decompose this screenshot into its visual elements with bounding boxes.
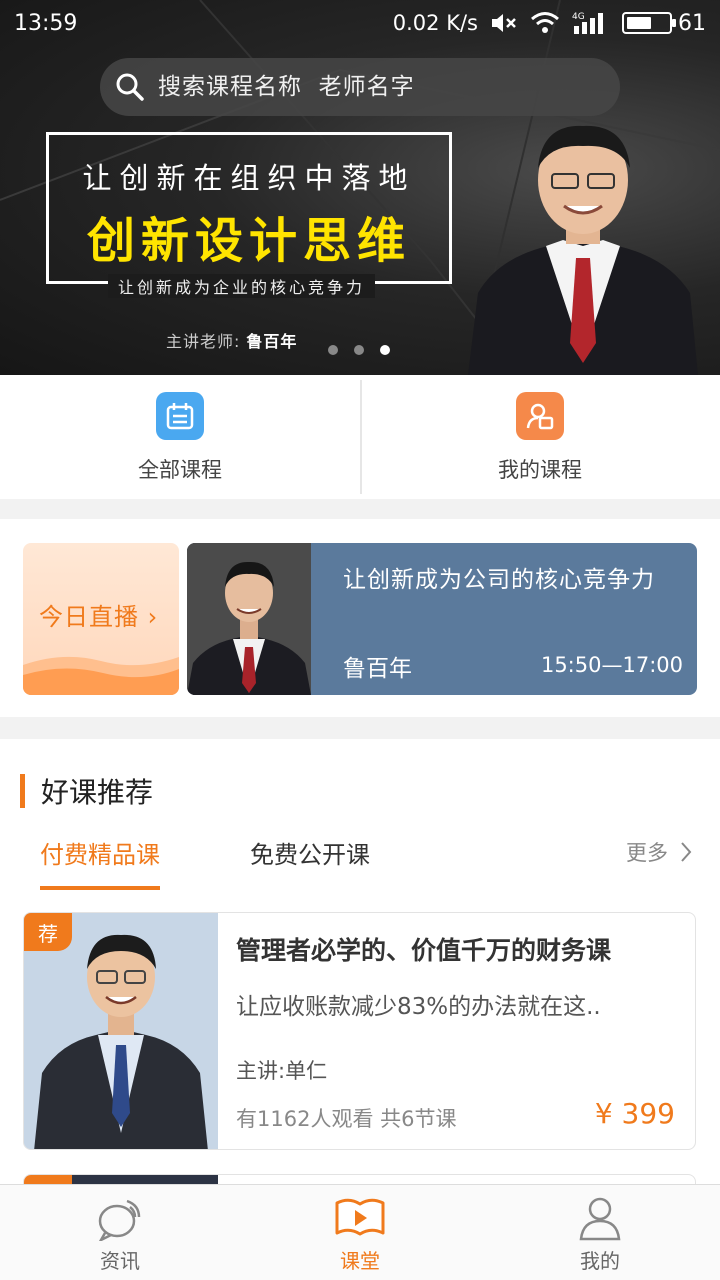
- course-teacher: 主讲:单仁: [236, 1059, 328, 1083]
- hero-banner[interactable]: 13:59 0.02 K/s 4G 61 搜索课程名称 老师名字 让创新在组织中…: [0, 0, 720, 375]
- live-course-title: 让创新成为公司的核心竞争力: [343, 567, 655, 593]
- carousel-dots[interactable]: [328, 345, 390, 355]
- teacher-photo: [468, 125, 698, 375]
- section-header: 好课推荐: [20, 771, 153, 811]
- section-title: 好课推荐: [41, 776, 154, 809]
- carousel-dot[interactable]: [354, 345, 364, 355]
- course-title: 管理者必学的、价值千万的财务课: [236, 936, 612, 965]
- search-bar[interactable]: [100, 58, 620, 116]
- status-time: 13:59: [14, 10, 78, 36]
- network-speed: 0.02 K/s: [392, 11, 478, 35]
- recommend-badge: 荐: [24, 913, 72, 951]
- news-bubble-icon: [98, 1199, 141, 1241]
- carousel-dot-active[interactable]: [380, 345, 390, 355]
- next-course-card[interactable]: [23, 1174, 696, 1184]
- my-courses-button[interactable]: 我的课程: [360, 375, 720, 499]
- user-course-icon: [516, 392, 564, 440]
- course-description: 让应收账款减少83%的办法就在这..: [236, 994, 601, 1020]
- live-teacher-name: 鲁百年: [343, 656, 412, 682]
- bottom-nav: 资讯 课堂 我的: [0, 1184, 720, 1280]
- next-course-photo: [72, 1175, 218, 1184]
- more-label: 更多: [626, 841, 668, 865]
- wifi-icon: [531, 12, 559, 33]
- promo-course-title: 创新设计思维: [86, 213, 411, 269]
- promo-tagline: 让创新成为企业的核心竞争力: [108, 274, 376, 298]
- tab-paid-courses[interactable]: 付费精品课: [40, 835, 160, 890]
- chevron-right-icon: [681, 842, 692, 862]
- profile-icon: [579, 1197, 621, 1241]
- section-accent-bar: [20, 774, 25, 808]
- quick-nav: 全部课程 我的课程: [0, 375, 720, 499]
- recommend-section: 好课推荐 付费精品课 免费公开课 更多 荐 管理者必学的、价值千万的财务课 让应…: [0, 739, 720, 1184]
- battery-level: 61: [678, 10, 706, 36]
- battery-icon: [622, 12, 676, 34]
- course-card[interactable]: 荐 管理者必学的、价值千万的财务课 让应收账款减少83%的办法就在这.. 主讲:…: [23, 912, 696, 1150]
- classroom-book-icon: [335, 1198, 385, 1236]
- carousel-dot[interactable]: [328, 345, 338, 355]
- nav-mine-label: 我的: [580, 1249, 620, 1273]
- cellular-signal-icon: 4G: [572, 12, 603, 34]
- course-stats: 有1162人观看 共6节课: [236, 1107, 457, 1131]
- all-courses-button[interactable]: 全部课程: [0, 375, 360, 499]
- teacher-name: 鲁百年: [246, 332, 298, 351]
- today-live-button[interactable]: 今日直播 ›: [23, 543, 179, 695]
- wave-decoration: [23, 656, 179, 695]
- my-courses-label: 我的课程: [498, 458, 582, 482]
- nav-news-label: 资讯: [100, 1249, 140, 1273]
- course-tabs: 付费精品课 免费公开课: [40, 835, 370, 890]
- tab-free-courses[interactable]: 免费公开课: [250, 835, 370, 890]
- teacher-label: 主讲老师:: [166, 332, 241, 351]
- battery-indicator: 61: [622, 11, 706, 36]
- nav-mine[interactable]: 我的: [480, 1185, 720, 1280]
- live-teacher-photo: [187, 543, 311, 695]
- promo-headline: 让创新在组织中落地: [82, 161, 416, 195]
- status-bar: 13:59 0.02 K/s 4G 61: [0, 0, 720, 46]
- calendar-icon: [156, 392, 204, 440]
- course-price: ¥ 399: [594, 1097, 675, 1130]
- promo-frame: 让创新在组织中落地 创新设计思维: [46, 132, 452, 284]
- mute-icon: [492, 14, 516, 32]
- nav-classroom-label: 课堂: [340, 1249, 380, 1273]
- battery-fill: [627, 17, 652, 29]
- nav-classroom[interactable]: 课堂: [240, 1185, 480, 1280]
- live-course-card[interactable]: 让创新成为公司的核心竞争力 鲁百年 15:50—17:00: [187, 543, 697, 695]
- nav-news[interactable]: 资讯: [0, 1185, 240, 1280]
- banner-teacher: 主讲老师: 鲁百年: [166, 328, 297, 352]
- next-recommend-badge: [24, 1175, 72, 1184]
- live-section: 今日直播 › 让创新成为公司的核心竞争力 鲁百年 15:50—17:00: [0, 519, 720, 717]
- search-icon: [116, 73, 144, 101]
- live-time: 15:50—17:00: [540, 653, 683, 677]
- all-courses-label: 全部课程: [138, 458, 222, 482]
- signal-label: 4G: [572, 12, 585, 22]
- more-button[interactable]: 更多: [626, 837, 692, 867]
- search-input[interactable]: [158, 74, 578, 100]
